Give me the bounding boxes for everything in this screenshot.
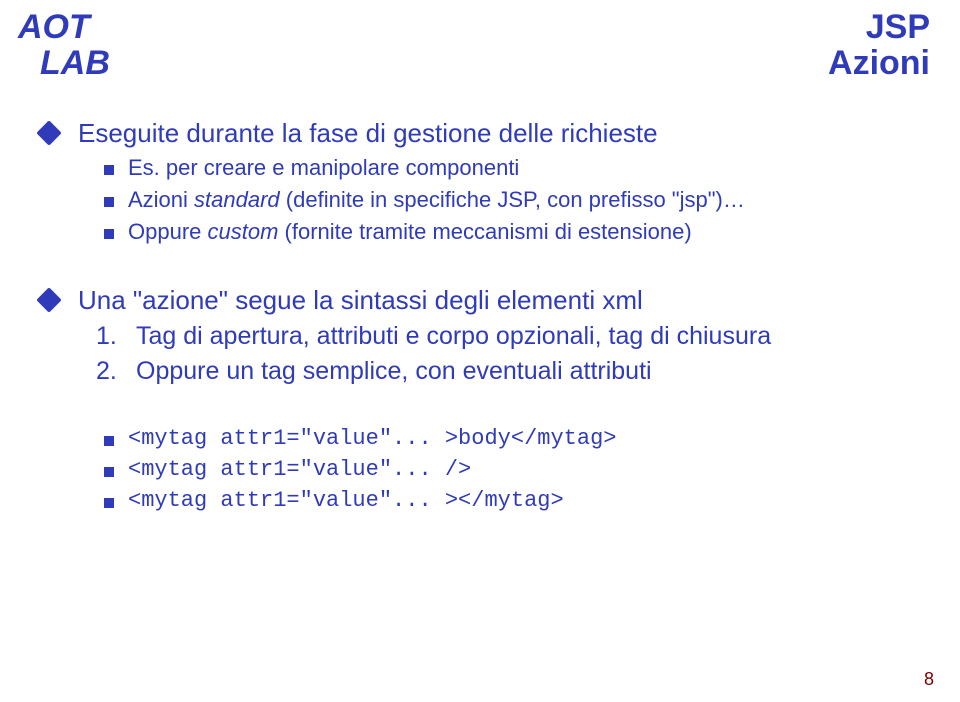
sub-item-1: Es. per creare e manipolare componenti: [104, 155, 920, 181]
sub2-italic: standard: [194, 187, 280, 212]
title-line2: Azioni: [828, 46, 930, 82]
lab-logo: AOT LAB: [18, 10, 110, 81]
slide-content: Eseguite durante la fase di gestione del…: [40, 118, 920, 519]
square-icon: [104, 197, 114, 207]
num-1-text: Tag di apertura, attributi e corpo opzio…: [136, 322, 771, 351]
sub-item-3: Oppure custom (fornite tramite meccanism…: [104, 219, 920, 245]
num-item-1: 1. Tag di apertura, attributi e corpo op…: [96, 322, 920, 351]
square-icon: [104, 467, 114, 477]
logo-line1: AOT: [18, 10, 110, 46]
sub-item-3-text: Oppure custom (fornite tramite meccanism…: [128, 219, 692, 245]
sub-item-2-text: Azioni standard (definite in specifiche …: [128, 187, 745, 213]
diamond-icon: [36, 287, 61, 312]
sub3-italic: custom: [208, 219, 279, 244]
sub-item-2: Azioni standard (definite in specifiche …: [104, 187, 920, 213]
bullet-1: Eseguite durante la fase di gestione del…: [40, 118, 920, 149]
num-2-label: 2.: [96, 357, 124, 386]
bullet-2: Una "azione" segue la sintassi degli ele…: [40, 285, 920, 316]
sub-list-1: Es. per creare e manipolare componenti A…: [104, 155, 920, 245]
num-1-label: 1.: [96, 322, 124, 351]
sub2-prefix: Azioni: [128, 187, 194, 212]
numbered-list: 1. Tag di apertura, attributi e corpo op…: [96, 322, 920, 386]
square-icon: [104, 436, 114, 446]
bullet-2-text: Una "azione" segue la sintassi degli ele…: [78, 285, 643, 316]
square-icon: [104, 229, 114, 239]
code-2: <mytag attr1="value"... />: [128, 457, 471, 482]
title-line1: JSP: [828, 10, 930, 46]
section-2: Una "azione" segue la sintassi degli ele…: [40, 285, 920, 513]
sub3-suffix: (fornite tramite meccanismi di estension…: [278, 219, 691, 244]
sub-item-1-text: Es. per creare e manipolare componenti: [128, 155, 519, 181]
code-3: <mytag attr1="value"... ></mytag>: [128, 488, 564, 513]
page-number: 8: [924, 669, 934, 690]
num-2-text: Oppure un tag semplice, con eventuali at…: [136, 357, 652, 386]
code-row-2: <mytag attr1="value"... />: [104, 457, 920, 482]
bullet-1-text: Eseguite durante la fase di gestione del…: [78, 118, 658, 149]
square-icon: [104, 498, 114, 508]
logo-line2: LAB: [40, 46, 110, 82]
sub3-prefix: Oppure: [128, 219, 208, 244]
square-icon: [104, 165, 114, 175]
slide-title: JSP Azioni: [828, 10, 930, 81]
num-item-2: 2. Oppure un tag semplice, con eventuali…: [96, 357, 920, 386]
code-1: <mytag attr1="value"... >body</mytag>: [128, 426, 616, 451]
diamond-icon: [36, 120, 61, 145]
code-list: <mytag attr1="value"... >body</mytag> <m…: [104, 426, 920, 513]
sub2-suffix: (definite in specifiche JSP, con prefiss…: [280, 187, 745, 212]
code-row-1: <mytag attr1="value"... >body</mytag>: [104, 426, 920, 451]
code-row-3: <mytag attr1="value"... ></mytag>: [104, 488, 920, 513]
